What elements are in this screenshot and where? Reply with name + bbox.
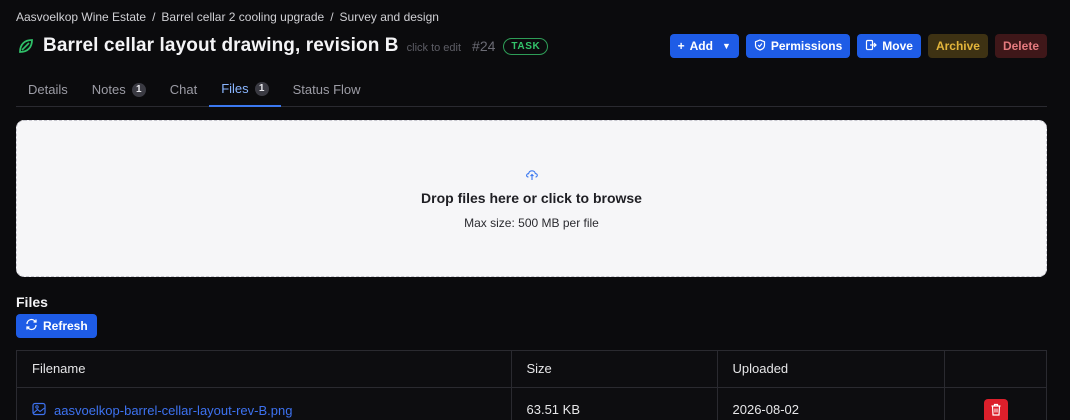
uploaded-date-cell: 2026-08-02 (717, 387, 945, 420)
table-header-row: Filename Size Uploaded (17, 351, 1046, 388)
column-header-size[interactable]: Size (511, 351, 718, 388)
files-count-badge: 1 (254, 81, 269, 96)
delete-button[interactable]: Delete (994, 34, 1047, 58)
add-button-label: Add (689, 39, 713, 53)
delete-file-button[interactable] (983, 398, 1008, 420)
file-name: aasvoelkop-barrel-cellar-layout-rev-B.pn… (54, 402, 293, 418)
files-section-heading: Files (16, 294, 48, 310)
cloud-upload-icon (525, 168, 539, 182)
refresh-icon (25, 318, 38, 334)
dropzone-title: Drop files here or click to browse (421, 189, 642, 206)
breadcrumb-item-phase[interactable]: Survey and design (340, 10, 439, 24)
breadcrumb-separator: / (152, 10, 156, 24)
column-header-actions (944, 351, 1046, 388)
breadcrumb-separator: / (330, 10, 334, 24)
plus-icon: + (677, 39, 685, 53)
tab-label: Details (28, 82, 68, 97)
tab-label: Files (221, 81, 249, 96)
tab-label: Status Flow (292, 82, 361, 97)
move-button-label: Move (882, 39, 913, 53)
task-type-badge: TASK (503, 37, 549, 55)
image-file-icon (32, 402, 46, 419)
column-header-uploaded[interactable]: Uploaded (717, 351, 945, 388)
breadcrumb-item-project[interactable]: Barrel cellar 2 cooling upgrade (161, 10, 324, 24)
tab-details[interactable]: Details (16, 72, 80, 107)
header-actions: + Add ▼ Permissions Move Archive Delete (669, 34, 1047, 58)
row-actions-cell (944, 387, 1046, 420)
chevron-down-icon: ▼ (721, 41, 731, 51)
file-dropzone[interactable]: Drop files here or click to browse Max s… (16, 120, 1047, 277)
tab-notes[interactable]: Notes 1 (80, 72, 158, 107)
archive-button[interactable]: Archive (927, 34, 988, 58)
shield-icon (754, 38, 766, 54)
tab-status-flow[interactable]: Status Flow (281, 72, 373, 107)
table-row: aasvoelkop-barrel-cellar-layout-rev-B.pn… (17, 387, 1046, 420)
refresh-button-label: Refresh (43, 319, 88, 333)
add-button[interactable]: + Add ▼ (669, 34, 739, 58)
trash-icon (990, 403, 1002, 419)
move-icon (865, 39, 878, 54)
title-row: Barrel cellar layout drawing, revision B… (16, 33, 1047, 59)
files-table: Filename Size Uploaded aasvoelkop-barrel… (16, 350, 1047, 420)
tab-bar: Details Notes 1 Chat Files 1 Status Flow (16, 72, 1047, 107)
file-link[interactable]: aasvoelkop-barrel-cellar-layout-rev-B.pn… (32, 402, 496, 419)
file-size-cell: 63.51 KB (511, 387, 718, 420)
tab-label: Notes (91, 82, 126, 97)
click-to-edit-hint: click to edit (406, 42, 462, 54)
page-title[interactable]: Barrel cellar layout drawing, revision B (43, 35, 399, 57)
move-button[interactable]: Move (857, 34, 921, 58)
breadcrumb: Aasvoelkop Wine Estate / Barrel cellar 2… (16, 10, 439, 24)
refresh-button[interactable]: Refresh (16, 314, 97, 338)
tab-files[interactable]: Files 1 (209, 72, 281, 107)
leaf-icon (16, 36, 36, 56)
column-header-filename[interactable]: Filename (17, 351, 512, 388)
notes-count-badge: 1 (131, 82, 146, 97)
tab-label: Chat (169, 82, 198, 97)
permissions-button[interactable]: Permissions (745, 34, 851, 58)
permissions-button-label: Permissions (770, 39, 843, 53)
tab-chat[interactable]: Chat (158, 72, 209, 107)
dropzone-size-limit: Max size: 500 MB per file (464, 215, 599, 230)
filename-cell: aasvoelkop-barrel-cellar-layout-rev-B.pn… (17, 387, 512, 420)
task-number: #24 (472, 38, 496, 54)
breadcrumb-item-estate[interactable]: Aasvoelkop Wine Estate (16, 10, 146, 24)
